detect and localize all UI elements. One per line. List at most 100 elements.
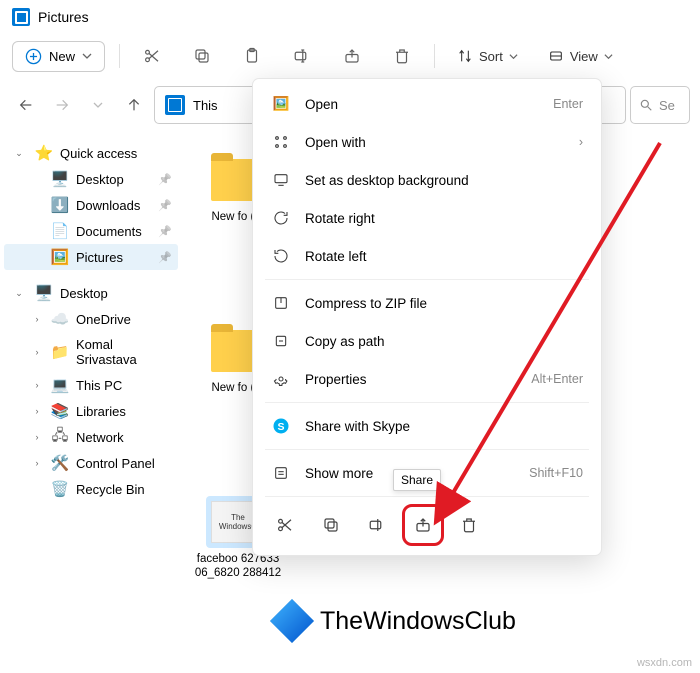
new-label: New: [49, 49, 75, 64]
download-icon: ⬇️: [52, 197, 68, 213]
delete-button[interactable]: [384, 38, 420, 74]
sidebar-label: Downloads: [76, 198, 140, 213]
chevron-right-icon: ›: [30, 347, 44, 357]
ctx-open[interactable]: 🖼️OpenEnter: [253, 85, 601, 123]
separator: [265, 279, 589, 280]
chevron-down-icon: [82, 51, 92, 61]
ctx-label: Share with Skype: [305, 419, 410, 434]
rename-button[interactable]: [284, 38, 320, 74]
app-icon: [12, 8, 30, 26]
desktop-icon: 🖥️: [36, 285, 52, 301]
sidebar: ⌄⭐Quick access 🖥️Desktop ⬇️Downloads 📄Do…: [0, 134, 182, 647]
ctx-label: Compress to ZIP file: [305, 296, 427, 311]
ctx-copy-button[interactable]: [313, 507, 349, 543]
search-icon: [639, 98, 653, 112]
ctx-label: Rotate left: [305, 249, 367, 264]
up-button[interactable]: [118, 87, 150, 123]
share-button[interactable]: [334, 38, 370, 74]
ctx-compress-zip[interactable]: Compress to ZIP file: [253, 284, 601, 322]
document-icon: 📄: [52, 223, 68, 239]
picture-icon: 🖼️: [271, 94, 291, 114]
shortcut: Alt+Enter: [531, 372, 583, 386]
arrow-up-icon: [126, 97, 142, 113]
cut-button[interactable]: [134, 38, 170, 74]
trash-icon: [460, 516, 478, 534]
ctx-open-with[interactable]: Open with›: [253, 123, 601, 161]
ctx-label: Show more: [305, 466, 373, 481]
sidebar-item-onedrive[interactable]: ›☁️OneDrive: [4, 306, 178, 332]
forward-button[interactable]: [46, 87, 78, 123]
shortcut: Enter: [553, 97, 583, 111]
zip-icon: [271, 293, 291, 313]
sidebar-item-desktop[interactable]: 🖥️ Desktop: [4, 166, 178, 192]
ctx-rotate-left[interactable]: Rotate left: [253, 237, 601, 275]
separator: [265, 402, 589, 403]
share-icon: [414, 516, 432, 534]
ctx-action-row: [253, 501, 601, 549]
sidebar-item-documents[interactable]: 📄 Documents: [4, 218, 178, 244]
ctx-share-button[interactable]: [405, 507, 441, 543]
sidebar-item-pictures[interactable]: 🖼️Pictures: [4, 244, 178, 270]
sidebar-label: Documents: [76, 224, 142, 239]
rotate-left-icon: [271, 246, 291, 266]
arrow-left-icon: [18, 97, 34, 113]
sidebar-item-downloads[interactable]: ⬇️ Downloads: [4, 192, 178, 218]
share-icon: [343, 47, 361, 65]
sidebar-item-network[interactable]: ›🖧Network: [4, 424, 178, 450]
separator: [119, 44, 120, 68]
ctx-label: Properties: [305, 372, 367, 387]
separator: [265, 496, 589, 497]
ctx-set-background[interactable]: Set as desktop background: [253, 161, 601, 199]
chevron-down-icon: [509, 52, 518, 61]
sidebar-label: Recycle Bin: [76, 482, 145, 497]
ctx-rename-button[interactable]: [359, 507, 395, 543]
sidebar-item-desktop-root[interactable]: ⌄🖥️Desktop: [4, 280, 178, 306]
ctx-delete-button[interactable]: [451, 507, 487, 543]
folder-pic-icon: [165, 95, 185, 115]
copy-button[interactable]: [184, 38, 220, 74]
separator: [434, 44, 435, 68]
ctx-cut-button[interactable]: [267, 507, 303, 543]
sidebar-item-thispc[interactable]: ›💻This PC: [4, 372, 178, 398]
view-button[interactable]: View: [540, 42, 621, 70]
cloud-icon: ☁️: [52, 311, 68, 327]
back-button[interactable]: [10, 87, 42, 123]
ctx-properties[interactable]: Properties Alt+Enter: [253, 360, 601, 398]
sidebar-item-libraries[interactable]: ›📚Libraries: [4, 398, 178, 424]
sidebar-item-user[interactable]: ›📁Komal Srivastava: [4, 332, 178, 372]
sidebar-item-recyclebin[interactable]: 🗑️Recycle Bin: [4, 476, 178, 502]
sidebar-label: Network: [76, 430, 124, 445]
sidebar-item-quick-access[interactable]: ⌄⭐Quick access: [4, 140, 178, 166]
search-input[interactable]: Se: [630, 86, 690, 124]
ctx-share-skype[interactable]: S Share with Skype: [253, 407, 601, 445]
clipboard-icon: [243, 47, 261, 65]
ctx-label: Open with: [305, 135, 366, 150]
plus-circle-icon: [25, 48, 42, 65]
star-icon: ⭐: [36, 145, 52, 161]
ctx-copy-path[interactable]: Copy as path: [253, 322, 601, 360]
ctx-label: Rotate right: [305, 211, 375, 226]
sort-button[interactable]: Sort: [449, 42, 526, 70]
sidebar-label: Desktop: [76, 172, 124, 187]
picture-icon: 🖼️: [52, 249, 68, 265]
chevron-down-icon: ⌄: [12, 148, 26, 159]
ctx-rotate-right[interactable]: Rotate right: [253, 199, 601, 237]
paste-button[interactable]: [234, 38, 270, 74]
rotate-right-icon: [271, 208, 291, 228]
sidebar-label: Control Panel: [76, 456, 155, 471]
trash-icon: [393, 47, 411, 65]
copy-icon: [193, 47, 211, 65]
skype-icon: S: [271, 416, 291, 436]
chevron-right-icon: ›: [30, 314, 44, 324]
new-button[interactable]: New: [12, 41, 105, 72]
desktop-bg-icon: [271, 170, 291, 190]
tooltip-share: Share: [393, 469, 441, 491]
watermark: wsxdn.com: [637, 657, 692, 669]
titlebar: Pictures: [0, 0, 700, 30]
view-label: View: [570, 49, 598, 64]
recent-button[interactable]: [82, 87, 114, 123]
sidebar-item-controlpanel[interactable]: ›🛠️Control Panel: [4, 450, 178, 476]
desktop-icon: 🖥️: [52, 171, 68, 187]
library-icon: 📚: [52, 403, 68, 419]
layout-icon: [548, 48, 564, 64]
